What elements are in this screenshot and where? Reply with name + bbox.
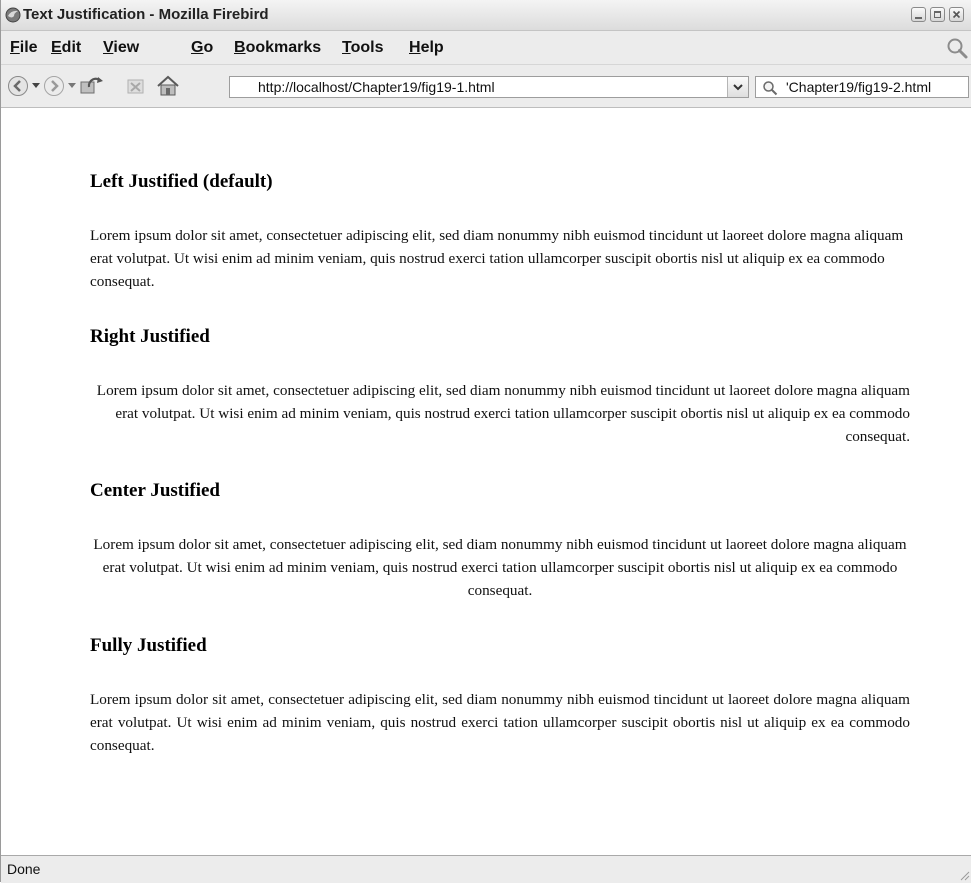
- status-bar: Done: [1, 855, 971, 883]
- menu-view[interactable]: View: [103, 39, 139, 57]
- resize-grip-icon[interactable]: [958, 869, 970, 881]
- paragraph-center-justified: Lorem ipsum dolor sit amet, consectetuer…: [93, 536, 907, 599]
- home-icon[interactable]: [156, 75, 180, 97]
- menu-go[interactable]: Go: [191, 39, 213, 57]
- search-input[interactable]: 'Chapter19/fig19-2.html: [786, 79, 931, 95]
- paragraph-fully-justified: Lorem ipsum dolor sit amet, consectetuer…: [90, 691, 910, 754]
- browser-window: Text Justification - Mozilla Firebird Fi…: [0, 0, 971, 883]
- close-button[interactable]: [949, 7, 964, 22]
- menu-bookmarks[interactable]: Bookmarks: [234, 39, 321, 57]
- menu-bar: File Edit View Go Bookmarks Tools Help: [1, 31, 971, 65]
- menu-file[interactable]: File: [10, 39, 38, 57]
- heading-fully-justified: Fully Justified: [90, 635, 207, 656]
- heading-right-justified: Right Justified: [90, 326, 210, 347]
- page-content: Left Justified (default) Lorem ipsum dol…: [2, 108, 971, 855]
- maximize-button[interactable]: [930, 7, 945, 22]
- throbber-icon: [947, 38, 968, 59]
- minimize-icon: [915, 17, 922, 19]
- search-box[interactable]: 'Chapter19/fig19-2.html: [755, 76, 969, 98]
- paragraph-left-justified: Lorem ipsum dolor sit amet, consectetuer…: [90, 227, 904, 290]
- forward-arrow-icon[interactable]: [43, 75, 65, 97]
- stop-icon[interactable]: [125, 75, 147, 97]
- close-icon: [952, 10, 961, 19]
- url-text[interactable]: http://localhost/Chapter19/fig19-1.html: [258, 79, 495, 95]
- window-title: Text Justification - Mozilla Firebird: [23, 6, 269, 23]
- url-history-button[interactable]: [727, 77, 748, 97]
- minimize-button[interactable]: [911, 7, 926, 22]
- back-arrow-icon[interactable]: [7, 75, 29, 97]
- search-icon[interactable]: [762, 80, 778, 96]
- firebird-app-icon: [5, 7, 21, 23]
- menu-help[interactable]: Help: [409, 39, 444, 57]
- address-bar[interactable]: http://localhost/Chapter19/fig19-1.html: [229, 76, 749, 98]
- maximize-icon: [934, 11, 941, 18]
- navigation-toolbar: http://localhost/Chapter19/fig19-1.html …: [1, 65, 971, 108]
- reload-icon[interactable]: [79, 75, 105, 97]
- heading-left-justified: Left Justified (default): [90, 171, 273, 192]
- paragraph-right-justified: Lorem ipsum dolor sit amet, consectetuer…: [96, 382, 910, 445]
- forward-dropdown-icon[interactable]: [68, 83, 76, 89]
- menu-tools[interactable]: Tools: [342, 39, 383, 57]
- back-dropdown-icon[interactable]: [32, 83, 40, 89]
- chevron-down-icon: [733, 84, 743, 91]
- heading-center-justified: Center Justified: [90, 480, 220, 501]
- menu-edit[interactable]: Edit: [51, 39, 81, 57]
- title-bar[interactable]: Text Justification - Mozilla Firebird: [1, 0, 971, 31]
- status-text: Done: [7, 861, 41, 877]
